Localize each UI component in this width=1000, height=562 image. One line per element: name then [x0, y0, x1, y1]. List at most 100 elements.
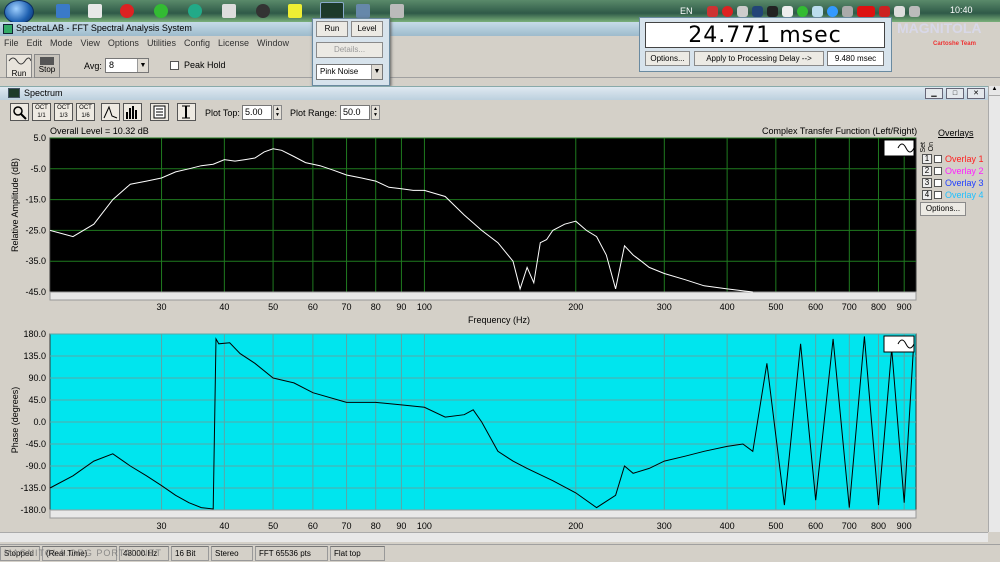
status-channels: Stereo: [211, 546, 253, 561]
amplitude-mode-badge-icon: [883, 139, 915, 157]
overlay-2-set-button[interactable]: 2: [922, 166, 932, 176]
overlay-4-label: Overlay 4: [945, 190, 984, 200]
amplitude-x-tick-label: 50: [268, 302, 278, 312]
overlays-on-label: On: [928, 142, 935, 152]
octave-sixth-icon[interactable]: OCT 1/6: [76, 103, 95, 121]
maximize-button[interactable]: □: [946, 88, 964, 99]
tray-app-icon[interactable]: [766, 5, 778, 17]
delay-options-button[interactable]: Options...: [645, 51, 690, 66]
menu-config[interactable]: Config: [180, 38, 214, 51]
properties-icon[interactable]: [150, 103, 169, 121]
tray-app-icon[interactable]: [878, 5, 890, 17]
tray-app-icon[interactable]: [856, 5, 875, 17]
plot-top-input[interactable]: 5.00: [242, 105, 272, 120]
apply-delay-button[interactable]: Apply to Processing Delay -->: [694, 51, 824, 66]
phase-y-tick-label: 180.0: [23, 329, 46, 339]
close-button[interactable]: ✕: [967, 88, 985, 99]
tray-app-icon[interactable]: [721, 5, 733, 17]
overlay-1-label: Overlay 1: [945, 154, 984, 164]
processing-delay-field[interactable]: 9.480 msec: [827, 51, 884, 66]
tray-app-icon[interactable]: [811, 5, 823, 17]
chevron-down-icon[interactable]: ▼: [137, 59, 148, 72]
taskbar-app-icon[interactable]: [256, 4, 270, 18]
status-window: Flat top: [330, 546, 385, 561]
cursor-icon[interactable]: [177, 103, 196, 121]
menu-edit[interactable]: Edit: [23, 38, 47, 51]
taskbar-app-icon[interactable]: [88, 4, 102, 18]
horizontal-scrollbar[interactable]: [0, 532, 988, 542]
tray-app-icon[interactable]: [826, 5, 838, 17]
generator-level-button[interactable]: Level: [351, 21, 383, 37]
zoom-icon[interactable]: [10, 103, 29, 121]
overlay-1-checkbox[interactable]: [934, 155, 942, 163]
taskbar-app-icon[interactable]: [356, 4, 370, 18]
menu-view[interactable]: View: [77, 38, 104, 51]
amplitude-y-tick-label: -15.0: [25, 195, 46, 205]
generator-details-button[interactable]: Details...: [316, 42, 383, 58]
taskbar-browser-icon[interactable]: [120, 4, 134, 18]
phase-y-axis-label: Phase (degrees): [10, 387, 20, 454]
overlay-1-set-button[interactable]: 1: [922, 154, 932, 164]
stop-button[interactable]: Stop: [34, 54, 60, 78]
phase-x-tick-label: 800: [871, 521, 886, 531]
tray-app-icon[interactable]: [796, 5, 808, 17]
overlays-panel: Overlays Set On 1 Overlay 1 2 Overlay 2 …: [920, 126, 990, 226]
plot-range-input[interactable]: 50.0: [340, 105, 370, 120]
octave-mode-icon[interactable]: OCT 1/1: [32, 103, 51, 121]
overlay-3-checkbox[interactable]: [934, 179, 942, 187]
tray-app-icon[interactable]: [841, 5, 853, 17]
taskbar-app-icon[interactable]: [188, 4, 202, 18]
amplitude-y-tick-label: -25.0: [25, 225, 46, 235]
tray-app-icon[interactable]: [736, 5, 748, 17]
overlays-title: Overlays: [938, 128, 974, 138]
watermark-logo-sub: Cartoshe Team: [933, 41, 976, 47]
overlay-4-checkbox[interactable]: [934, 191, 942, 199]
avg-select[interactable]: 8 ▼: [105, 58, 149, 73]
menu-window[interactable]: Window: [253, 38, 293, 51]
amplitude-y-tick-label: 5.0: [33, 133, 46, 143]
plot-range-spinner[interactable]: ▲ ▼: [371, 105, 380, 120]
plot-top-spinner[interactable]: ▲ ▼: [273, 105, 282, 120]
phase-y-tick-label: -180.0: [20, 505, 46, 515]
menu-options[interactable]: Options: [104, 38, 143, 51]
run-button[interactable]: Run: [6, 54, 32, 78]
phase-x-tick-label: 600: [808, 521, 823, 531]
taskbar-app-icon[interactable]: [154, 4, 168, 18]
taskbar-app-icon[interactable]: [390, 4, 404, 18]
menu-mode[interactable]: Mode: [46, 38, 77, 51]
line-plot-icon[interactable]: [101, 103, 120, 121]
taskbar-app-icon[interactable]: [222, 4, 236, 18]
network-icon[interactable]: [908, 5, 920, 17]
overlay-2-checkbox[interactable]: [934, 167, 942, 175]
flag-icon[interactable]: [706, 5, 718, 17]
signal-type-select[interactable]: Pink Noise ▼: [316, 64, 383, 80]
amplitude-x-tick-label: 90: [396, 302, 406, 312]
tray-app-icon[interactable]: [781, 5, 793, 17]
taskbar-app-icon[interactable]: [288, 4, 302, 18]
menu-file[interactable]: File: [0, 38, 23, 51]
bar-plot-icon[interactable]: [123, 103, 142, 121]
overlay-3-set-button[interactable]: 3: [922, 178, 932, 188]
menu-utilities[interactable]: Utilities: [143, 38, 180, 51]
vertical-scrollbar[interactable]: ▲: [988, 86, 1000, 532]
spectrum-charts[interactable]: 30 40 50 60 70 80 90 100 200 300 400 500 600 700 800 90…: [0, 130, 920, 532]
taskbar-app-icon[interactable]: [56, 4, 70, 18]
amplitude-y-axis-label: Relative Amplitude (dB): [10, 158, 20, 252]
generator-run-button[interactable]: Run: [316, 21, 348, 37]
peak-hold-checkbox[interactable]: [170, 61, 179, 70]
language-indicator[interactable]: EN: [680, 6, 693, 16]
phase-x-tick-label: 900: [897, 521, 912, 531]
chevron-down-icon[interactable]: ▼: [371, 65, 382, 79]
octave-third-icon[interactable]: OCT 1/3: [54, 103, 73, 121]
overlay-4-set-button[interactable]: 4: [922, 190, 932, 200]
amplitude-x-tick-label: 200: [568, 302, 583, 312]
start-button[interactable]: [4, 0, 34, 24]
tray-app-icon[interactable]: [751, 5, 763, 17]
scroll-up-arrow[interactable]: ▲: [989, 86, 1000, 96]
minimize-button[interactable]: ▁: [925, 88, 943, 99]
run-button-label: Run: [11, 69, 27, 78]
clock[interactable]: 10:40: [950, 5, 973, 15]
volume-icon[interactable]: [893, 5, 905, 17]
menu-license[interactable]: License: [214, 38, 253, 51]
overlay-options-button[interactable]: Options...: [920, 202, 966, 216]
